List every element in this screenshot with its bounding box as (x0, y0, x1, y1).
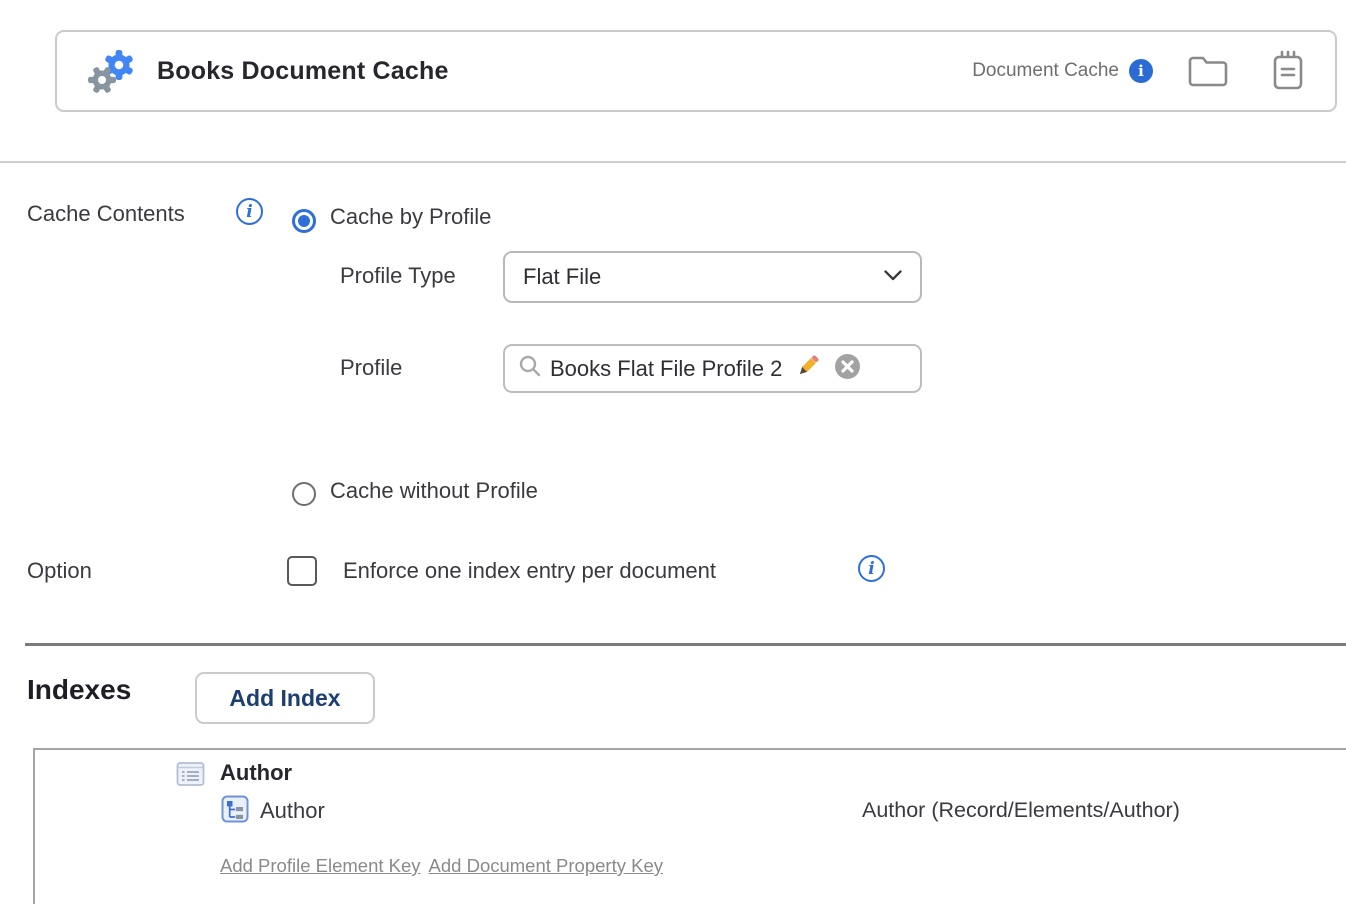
add-document-property-key-link[interactable]: Add Document Property Key (429, 855, 663, 877)
section-divider-indexes (25, 643, 1346, 646)
profile-search-field[interactable]: Books Flat File Profile 2 (503, 344, 922, 393)
index-list-icon (176, 761, 205, 792)
indexes-heading: Indexes (27, 674, 131, 706)
search-icon (518, 354, 542, 383)
add-profile-element-key-link[interactable]: Add Profile Element Key (220, 855, 421, 877)
section-divider-top (0, 161, 1346, 163)
gears-icon (83, 43, 139, 106)
profile-type-label: Profile Type (340, 263, 456, 289)
index-name[interactable]: Author (220, 760, 292, 786)
enforce-one-index-label[interactable]: Enforce one index entry per document (343, 558, 716, 584)
enforce-one-index-info-icon[interactable]: i (858, 555, 885, 582)
notes-icon[interactable] (1271, 50, 1305, 92)
folder-icon[interactable] (1187, 53, 1229, 89)
index-card: Author Author Author (Record/Elements/Au… (33, 748, 1346, 904)
cache-by-profile-label[interactable]: Cache by Profile (330, 204, 491, 230)
index-element-name[interactable]: Author (260, 798, 325, 824)
option-label: Option (27, 558, 92, 584)
enforce-one-index-checkbox[interactable] (287, 556, 317, 586)
cache-by-profile-radio[interactable] (292, 209, 316, 233)
profile-type-value: Flat File (523, 264, 884, 290)
index-links-row: Add Profile Element Key Add Document Pro… (220, 855, 663, 877)
cache-without-profile-radio[interactable] (292, 482, 316, 506)
component-title: Books Document Cache (157, 32, 449, 110)
add-index-button[interactable]: Add Index (195, 672, 375, 724)
profile-type-select[interactable]: Flat File (503, 251, 922, 303)
document-cache-screen: Books Document Cache Document Cache i (0, 0, 1346, 904)
clear-icon[interactable] (834, 353, 861, 385)
profile-tree-icon (221, 795, 249, 828)
chevron-down-icon (884, 268, 902, 286)
pencil-icon[interactable] (794, 352, 822, 385)
cache-contents-info-icon[interactable]: i (236, 198, 263, 225)
profile-value: Books Flat File Profile 2 (550, 356, 782, 382)
component-type-label: Document Cache (972, 60, 1119, 82)
component-header-card: Books Document Cache Document Cache i (55, 30, 1337, 112)
cache-contents-label: Cache Contents (27, 201, 185, 227)
index-element-path: Author (Record/Elements/Author) (862, 798, 1180, 823)
cache-without-profile-label[interactable]: Cache without Profile (330, 478, 538, 504)
profile-label: Profile (340, 355, 402, 381)
component-type-info-icon[interactable]: i (1129, 59, 1153, 83)
header-right-cluster: Document Cache i (972, 32, 1305, 110)
